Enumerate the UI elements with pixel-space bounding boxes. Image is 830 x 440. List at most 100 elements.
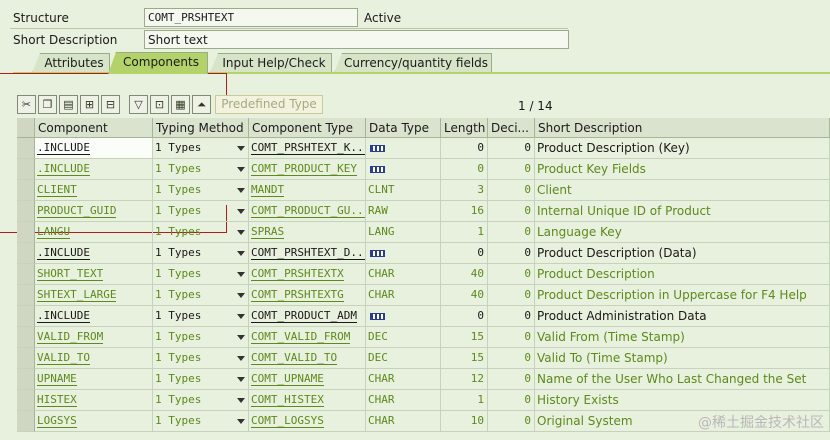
component-type-cell[interactable]: COMT_PRODUCT_KEY [249, 159, 366, 180]
column-header-component-type[interactable]: Component Type [249, 118, 366, 138]
column-header-decimals[interactable]: Deci... [488, 118, 535, 138]
column-header-length[interactable]: Length [441, 118, 488, 138]
chevron-down-icon[interactable] [237, 419, 245, 424]
typing-method-select[interactable]: 1 Types [153, 390, 249, 411]
predefined-type-button[interactable]: Predefined Type [215, 95, 323, 114]
component-type-cell[interactable]: COMT_PRSHTEXT_D... [249, 243, 366, 264]
component-cell[interactable]: UPNAME [35, 369, 153, 390]
chevron-down-icon[interactable] [237, 377, 245, 382]
component-type-cell[interactable]: COMT_VALID_TO [249, 348, 366, 369]
chevron-down-icon[interactable] [237, 146, 245, 151]
column-header-typing-method[interactable]: Typing Method [153, 118, 249, 138]
typing-method-select[interactable]: 1 Types [153, 327, 249, 348]
typing-method-select[interactable]: 1 Types [153, 201, 249, 222]
chevron-down-icon[interactable] [237, 293, 245, 298]
component-type-link[interactable]: SPRAS [251, 225, 285, 239]
typing-method-select[interactable]: 1 Types [153, 369, 249, 390]
component-type-cell[interactable]: COMT_VALID_FROM [249, 327, 366, 348]
component-type-cell[interactable]: COMT_PRODUCT_ADM [249, 306, 366, 327]
component-type-link[interactable]: COMT_PRSHTEXT_D... [251, 246, 365, 260]
chevron-down-icon[interactable] [237, 272, 245, 277]
row-selector[interactable] [17, 306, 35, 327]
chevron-down-icon[interactable] [237, 251, 245, 256]
component-type-cell[interactable]: COMT_UPNAME [249, 369, 366, 390]
component-type-cell[interactable]: SPRAS [249, 222, 366, 243]
component-type-link[interactable]: COMT_HISTEX [251, 393, 324, 407]
tab-attributes[interactable]: Attributes [32, 53, 110, 73]
component-cell[interactable]: .INCLUDE [35, 243, 153, 264]
insert-row-icon[interactable]: ⊞ [80, 95, 99, 114]
component-type-link[interactable]: COMT_PRODUCT_ADM [251, 309, 357, 323]
chevron-down-icon[interactable] [237, 398, 245, 403]
typing-method-select[interactable]: 1 Types [153, 264, 249, 285]
row-selector[interactable] [17, 327, 35, 348]
chevron-down-icon[interactable] [237, 188, 245, 193]
component-type-link[interactable]: COMT_PRSHTEXT_K... [251, 141, 365, 155]
row-selector[interactable] [17, 222, 35, 243]
component-cell[interactable]: LANGU [35, 222, 153, 243]
typing-method-select[interactable]: 1 Types [153, 285, 249, 306]
chevron-down-icon[interactable] [237, 356, 245, 361]
sort-icon[interactable]: ⏶ [192, 95, 211, 114]
row-selector[interactable] [17, 369, 35, 390]
row-selector[interactable] [17, 138, 35, 159]
component-type-link[interactable]: COMT_VALID_TO [251, 351, 338, 365]
chevron-down-icon[interactable] [237, 167, 245, 172]
row-selector[interactable] [17, 390, 35, 411]
row-selector[interactable] [17, 159, 35, 180]
row-selector[interactable] [17, 411, 35, 432]
deselect-icon[interactable]: ▦ [171, 95, 190, 114]
component-type-cell[interactable]: COMT_PRSHTEXTG [249, 285, 366, 306]
component-type-cell[interactable]: COMT_PRODUCT_GU... [249, 201, 366, 222]
select-all-icon[interactable]: ⊡ [150, 95, 169, 114]
component-type-link[interactable]: COMT_PRODUCT_GU... [251, 204, 365, 218]
typing-method-select[interactable]: 1 Types [153, 222, 249, 243]
component-cell[interactable]: VALID_TO [35, 348, 153, 369]
paste-icon[interactable]: ▤ [59, 95, 78, 114]
tab-components[interactable]: Components [108, 52, 208, 74]
component-type-link[interactable]: MANDT [251, 183, 285, 197]
column-header-component[interactable]: Component [35, 118, 153, 138]
typing-method-select[interactable]: 1 Types [153, 411, 249, 432]
component-type-link[interactable]: COMT_PRODUCT_KEY [251, 162, 357, 176]
row-selector[interactable] [17, 285, 35, 306]
chevron-down-icon[interactable] [237, 209, 245, 214]
chevron-down-icon[interactable] [237, 230, 245, 235]
component-type-link[interactable]: COMT_UPNAME [251, 372, 324, 386]
short-description-field[interactable]: Short text [144, 30, 569, 49]
structure-field[interactable]: COMT_PRSHTEXT [144, 8, 358, 27]
row-selector[interactable] [17, 243, 35, 264]
component-type-link[interactable]: COMT_VALID_FROM [251, 330, 351, 344]
component-type-link[interactable]: COMT_PRSHTEXTX [251, 267, 344, 281]
chevron-down-icon[interactable] [237, 314, 245, 319]
column-header-short-description[interactable]: Short Description [535, 118, 830, 138]
cut-icon[interactable]: ✂ [17, 95, 36, 114]
chevron-down-icon[interactable] [237, 335, 245, 340]
row-selector[interactable] [17, 180, 35, 201]
component-type-link[interactable]: COMT_LOGSYS [251, 414, 324, 428]
component-cell[interactable]: CLIENT [35, 180, 153, 201]
component-cell[interactable]: HISTEX [35, 390, 153, 411]
column-header-data-type[interactable]: Data Type [366, 118, 441, 138]
component-cell[interactable]: SHTEXT_LARGE [35, 285, 153, 306]
delete-row-icon[interactable]: ⊟ [101, 95, 120, 114]
component-cell[interactable]: VALID_FROM [35, 327, 153, 348]
row-selector[interactable] [17, 264, 35, 285]
select-all-rows-button[interactable] [17, 118, 35, 138]
component-type-link[interactable]: COMT_PRSHTEXTG [251, 288, 344, 302]
component-type-cell[interactable]: COMT_PRSHTEXT_K... [249, 138, 366, 159]
component-cell[interactable]: PRODUCT_GUID [35, 201, 153, 222]
component-type-cell[interactable]: COMT_LOGSYS [249, 411, 366, 432]
component-cell[interactable]: .INCLUDE [35, 159, 153, 180]
typing-method-select[interactable]: 1 Types [153, 348, 249, 369]
typing-method-select[interactable]: 1 Types [153, 243, 249, 264]
component-type-cell[interactable]: MANDT [249, 180, 366, 201]
typing-method-select[interactable]: 1 Types [153, 306, 249, 327]
row-selector[interactable] [17, 201, 35, 222]
typing-method-select[interactable]: 1 Types [153, 138, 249, 159]
tab-currency-quantity-fields[interactable]: Currency/quantity fields [334, 53, 492, 73]
typing-method-select[interactable]: 1 Types [153, 180, 249, 201]
row-selector[interactable] [17, 348, 35, 369]
component-cell[interactable]: LOGSYS [35, 411, 153, 432]
filter-icon[interactable]: ▽ [129, 95, 148, 114]
